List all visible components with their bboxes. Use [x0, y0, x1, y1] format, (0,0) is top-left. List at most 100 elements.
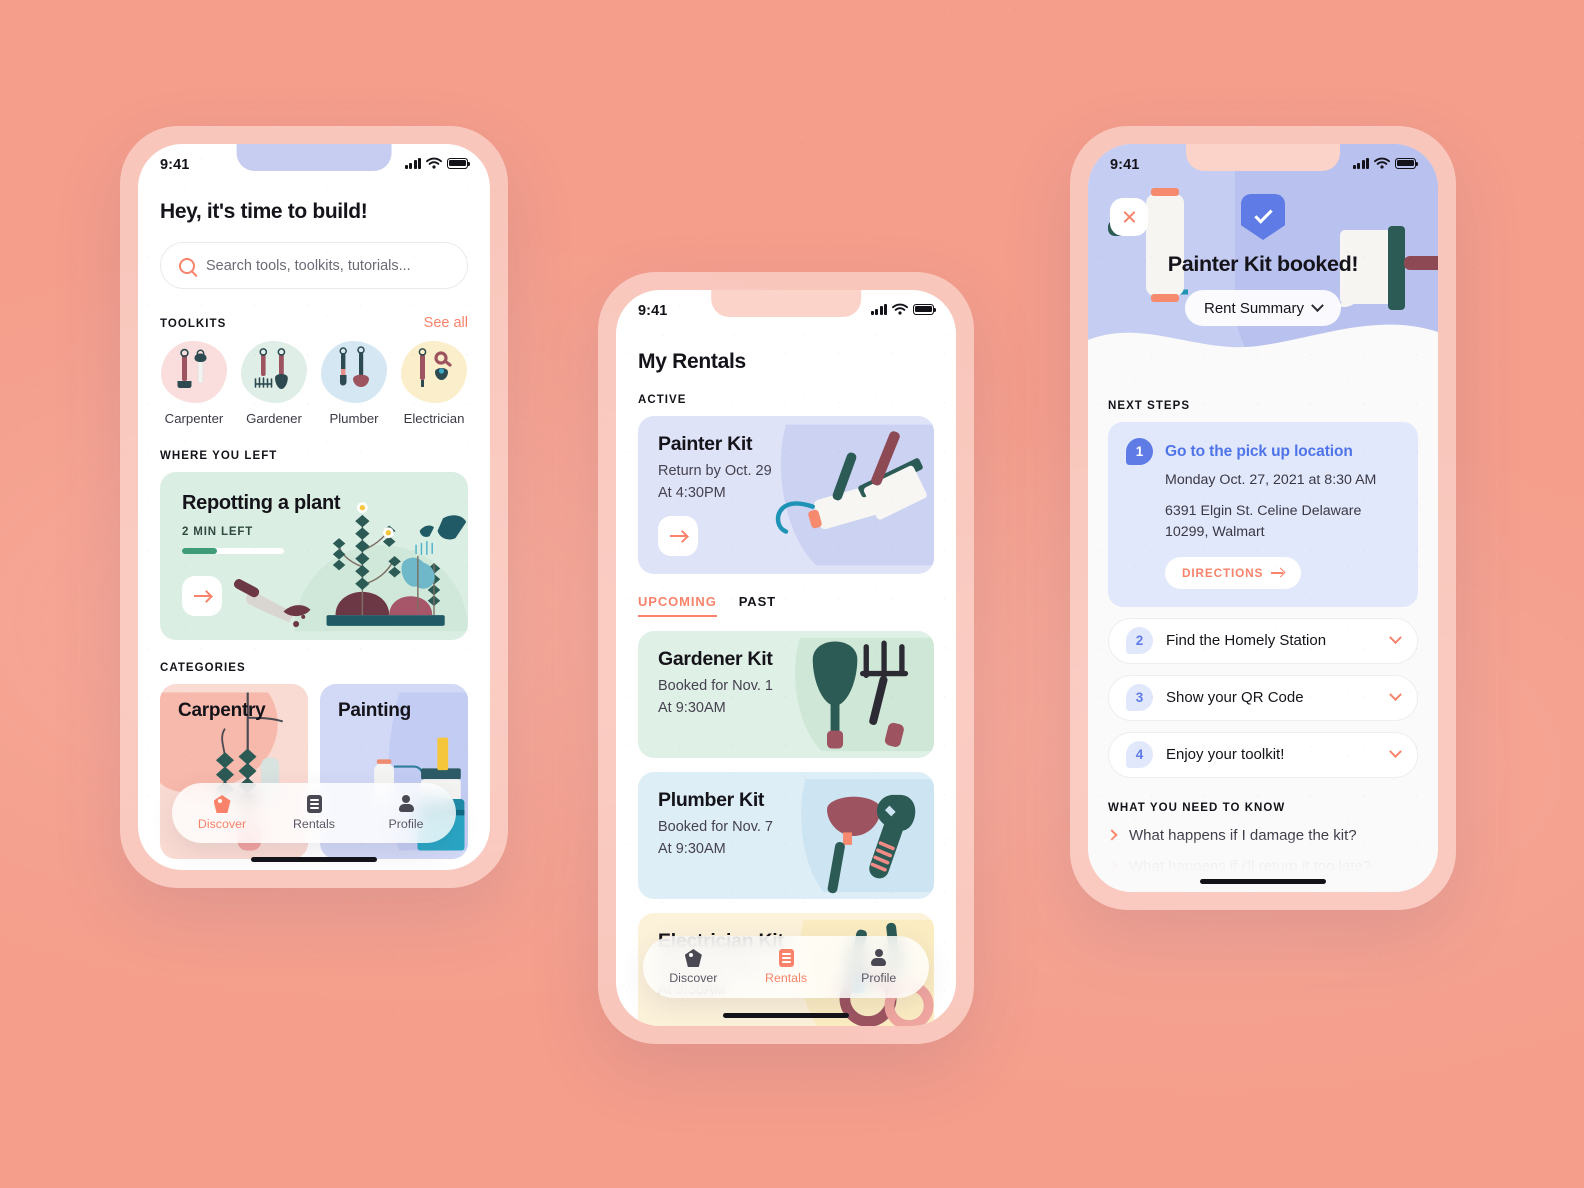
profile-icon	[870, 949, 887, 967]
signal-bars-icon	[1353, 157, 1369, 169]
tab-label: Rentals	[765, 971, 808, 985]
plumber-icon	[321, 341, 387, 403]
rental-open-button[interactable]	[658, 516, 698, 556]
step-1-title: Go to the pick up location	[1165, 442, 1353, 460]
rentals-scroll[interactable]: My Rentals ACTIVE Painter Kit Return by …	[616, 330, 956, 1026]
category-label: Painting	[338, 700, 411, 721]
discover-icon	[684, 949, 702, 967]
arrow-right-icon	[1271, 568, 1284, 577]
page-title: Hey, it's time to build!	[160, 200, 368, 223]
toolkit-label: Plumber	[329, 411, 379, 426]
see-all-link[interactable]: See all	[424, 315, 468, 331]
step-4-accordion[interactable]: 4 Enjoy your toolkit!	[1108, 731, 1418, 778]
status-time: 9:41	[638, 303, 668, 319]
tab-profile[interactable]: Profile	[832, 949, 925, 985]
tab-label: Discover	[197, 817, 247, 831]
chevron-down-icon	[1389, 631, 1402, 645]
battery-icon	[1395, 157, 1419, 169]
toolkits-header: TOOLKITS See all	[160, 315, 468, 331]
step-3-accordion[interactable]: 3 Show your QR Code	[1108, 674, 1418, 721]
rental-line2: At 9:30AM	[658, 700, 726, 716]
tab-rentals[interactable]: Rentals	[740, 949, 833, 985]
status-time: 9:41	[160, 157, 190, 173]
where-you-left-label: WHERE YOU LEFT	[160, 450, 278, 462]
toolkit-gardener[interactable]: Gardener	[240, 341, 308, 426]
step-2-accordion[interactable]: 2 Find the Homely Station	[1108, 617, 1418, 664]
signal-bars-icon	[871, 303, 887, 315]
check-icon	[1253, 204, 1273, 224]
step-number: 2	[1126, 627, 1153, 655]
active-label: ACTIVE	[638, 394, 687, 406]
tab-past[interactable]: PAST	[739, 594, 776, 615]
toolkits-label: TOOLKITS	[160, 318, 227, 330]
step-number: 4	[1126, 741, 1153, 769]
rent-summary-button[interactable]: Rent Summary	[1184, 290, 1342, 326]
close-icon	[1122, 210, 1137, 225]
toolkit-electrician[interactable]: Electrician	[400, 341, 468, 426]
step-title: Find the Homely Station	[1166, 632, 1327, 650]
rental-title: Painter Kit	[658, 433, 753, 455]
tab-profile[interactable]: Profile	[360, 795, 452, 831]
chevron-down-icon	[1389, 688, 1402, 702]
next-steps-panel[interactable]: NEXT STEPS 1 Go to the pick up location …	[1088, 396, 1438, 892]
chevron-down-icon	[1311, 298, 1324, 312]
rental-line2: At 4:30PM	[658, 485, 726, 501]
gardener-icon	[241, 341, 307, 403]
bottom-tab-bar[interactable]: Discover Rentals Profile	[643, 936, 929, 998]
search-placeholder: Search tools, toolkits, tutorials...	[206, 257, 411, 274]
step-title: Enjoy your toolkit!	[1166, 746, 1285, 764]
chevron-down-icon	[1389, 745, 1402, 759]
upcoming-rental-gardener[interactable]: Gardener Kit Booked for Nov. 1 At 9:30AM	[638, 631, 934, 758]
step-1-datetime: Monday Oct. 27, 2021 at 8:30 AM	[1165, 472, 1377, 488]
rental-title: Plumber Kit	[658, 789, 765, 811]
categories-label: CATEGORIES	[160, 662, 246, 674]
wifi-icon	[892, 303, 908, 315]
status-bar: 9:41	[616, 290, 956, 330]
tab-discover[interactable]: Discover	[176, 795, 268, 831]
directions-button[interactable]: DIRECTIONS	[1165, 556, 1302, 589]
discover-icon	[213, 795, 231, 813]
search-input[interactable]: Search tools, toolkits, tutorials...	[160, 242, 468, 289]
notch	[711, 290, 861, 317]
screen-discover: 9:41 Hey, it's time to build! Search too…	[138, 144, 490, 870]
what-you-need-to-know-label: WHAT YOU NEED TO KNOW	[1108, 801, 1286, 814]
wifi-icon	[426, 157, 442, 169]
step-1-card[interactable]: 1 Go to the pick up location Monday Oct.…	[1108, 422, 1418, 607]
rental-title: Gardener Kit	[658, 648, 773, 670]
directions-label: DIRECTIONS	[1182, 565, 1264, 580]
status-icons	[871, 303, 937, 315]
category-label: Carpentry	[178, 700, 266, 721]
toolkits-list: Carpenter Gardener Plumber Electrician	[160, 341, 468, 426]
bottom-tab-bar[interactable]: Discover Rentals Profile	[172, 783, 456, 843]
tutorial-progress-bar	[182, 548, 284, 554]
rentals-tabs[interactable]: UPCOMING PAST	[638, 594, 934, 617]
carpenter-icon	[161, 341, 227, 403]
notch	[1186, 144, 1340, 171]
home-indicator	[251, 857, 377, 862]
continue-tutorial-button[interactable]	[182, 576, 222, 616]
discover-scroll[interactable]: Hey, it's time to build! Search tools, t…	[138, 184, 490, 870]
screen-rentals: 9:41 My Rentals ACTIVE Painter Kit Retur…	[616, 290, 956, 1026]
status-bar: 9:41	[138, 144, 490, 184]
active-rental-card[interactable]: Painter Kit Return by Oct. 29 At 4:30PM	[638, 416, 934, 574]
step-1-header: 1 Go to the pick up location	[1126, 438, 1400, 465]
tab-upcoming[interactable]: UPCOMING	[638, 594, 717, 617]
wifi-icon	[1374, 157, 1390, 169]
rentals-icon	[778, 949, 794, 967]
continue-tutorial-card[interactable]: Repotting a plant 2 MIN LEFT	[160, 472, 468, 640]
close-button[interactable]	[1110, 198, 1148, 236]
toolkit-plumber[interactable]: Plumber	[320, 341, 388, 426]
home-indicator	[1200, 879, 1326, 884]
step-number: 1	[1126, 438, 1153, 465]
tab-label: Profile	[388, 817, 424, 831]
tab-rentals[interactable]: Rentals	[268, 795, 360, 831]
toolkit-label: Carpenter	[164, 411, 224, 426]
upcoming-rental-plumber[interactable]: Plumber Kit Booked for Nov. 7 At 9:30AM	[638, 772, 934, 899]
screen-booking: Painter Kit booked! Rent Summary 9:41 NE…	[1088, 144, 1438, 892]
status-icons	[1353, 157, 1419, 169]
arrow-right-icon	[193, 591, 211, 601]
toolkit-carpenter[interactable]: Carpenter	[160, 341, 228, 426]
tab-discover[interactable]: Discover	[647, 949, 740, 985]
rentals-icon	[306, 795, 322, 813]
booking-title: Painter Kit booked!	[1167, 252, 1359, 276]
